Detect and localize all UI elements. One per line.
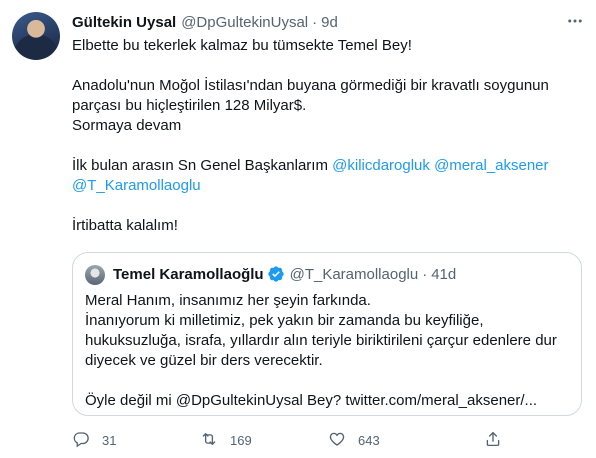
verified-badge-icon: [267, 265, 285, 283]
tweet-line: Elbette bu tekerlek kalmaz bu tümsekte T…: [72, 37, 412, 54]
tweet-line: Sormaya devam: [72, 117, 182, 134]
quote-line: Meral Hanım, insanımız her şeyin farkınd…: [85, 292, 371, 309]
tweet-line: İrtibatta kalalım!: [72, 217, 178, 234]
tweet-line: Anadolu'nun Moğol İstilası'ndan buyana g…: [72, 77, 549, 94]
header-separator: ·: [422, 265, 428, 283]
quoted-author-name[interactable]: Temel Karamollaoğlu: [113, 266, 264, 283]
quote-line: diyecek ve güzel bir ders verecektir.: [85, 352, 323, 369]
more-icon[interactable]: [564, 10, 586, 32]
tweet-line: @T_Karamollaoglu: [72, 176, 572, 196]
quoted-author-handle[interactable]: @T_Karamollaoglu: [290, 266, 419, 283]
header-separator: ·: [312, 13, 318, 31]
quoted-tweet[interactable]: Temel Karamollaoğlu @T_Karamollaoglu · 4…: [72, 252, 582, 416]
mention-link[interactable]: @meral_aksener: [434, 157, 548, 174]
share-button[interactable]: [484, 430, 502, 450]
quote-line: İnanıyorum ki milletimiz, pek yakın bir …: [85, 312, 484, 329]
like-count: 643: [358, 432, 380, 448]
author-name[interactable]: Gültekin Uysal: [72, 14, 176, 31]
author-handle[interactable]: @DpGultekinUysal: [181, 14, 308, 31]
tweet-timestamp[interactable]: 9d: [321, 14, 338, 31]
quoted-tweet-header: Temel Karamollaoğlu @T_Karamollaoglu · 4…: [113, 264, 456, 284]
reply-icon: [72, 430, 90, 451]
reply-count: 31: [102, 432, 117, 448]
retweet-icon: [200, 430, 218, 451]
quoted-tweet-text: Meral Hanım, insanımız her şeyin farkınd…: [85, 291, 571, 411]
quote-line: Öyle değil mi @DpGultekinUysal Bey? twit…: [85, 392, 538, 409]
quoted-tweet-timestamp[interactable]: 41d: [431, 266, 456, 283]
tweet-line: parçası bu hiçleştirilen 128 Milyar$.: [72, 97, 307, 114]
like-button[interactable]: 643: [328, 430, 380, 450]
quoted-author-avatar[interactable]: [85, 265, 105, 285]
tweet-line: İlk bulan arasın Sn Genel Başkanlarım @k…: [72, 156, 572, 176]
mention-intro-text: İlk bulan arasın Sn Genel Başkanlarım: [72, 157, 328, 174]
like-icon: [328, 430, 346, 451]
tweet-header: Gültekin Uysal @DpGultekinUysal · 9d: [72, 12, 338, 32]
retweet-button[interactable]: 169: [200, 430, 252, 450]
mention-link[interactable]: @T_Karamollaoglu: [72, 177, 201, 194]
quote-line: hukuksuzluğa, israfa, yıllardır alın ter…: [85, 332, 557, 349]
author-avatar[interactable]: [12, 12, 60, 60]
share-icon: [484, 430, 502, 451]
mention-link[interactable]: @kilicdarogluk: [332, 157, 430, 174]
tweet-card[interactable]: Gültekin Uysal @DpGultekinUysal · 9d Elb…: [0, 0, 596, 458]
retweet-count: 169: [230, 432, 252, 448]
tweet-text: Elbette bu tekerlek kalmaz bu tümsekte T…: [72, 36, 572, 236]
tweet-actions: 31 169 643: [72, 430, 572, 450]
reply-button[interactable]: 31: [72, 430, 116, 450]
